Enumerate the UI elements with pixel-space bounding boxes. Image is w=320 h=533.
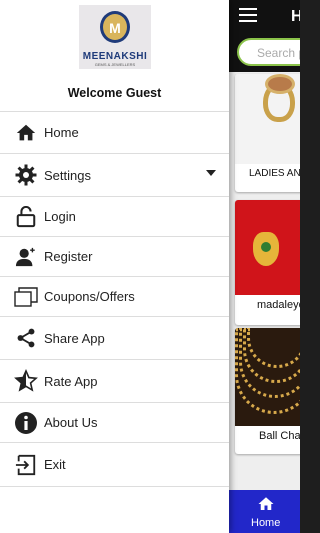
- bottom-nav-home[interactable]: Home: [229, 490, 300, 533]
- app-header: H Search p: [229, 0, 300, 72]
- logo-emblem-icon: M: [100, 11, 130, 43]
- menu-item-label: Settings: [44, 167, 91, 183]
- gear-icon: [14, 163, 38, 187]
- logo-text: MEENAKSHI: [82, 51, 148, 62]
- hamburger-menu-icon[interactable]: [239, 8, 257, 22]
- menu-item-label: About Us: [44, 415, 98, 430]
- bottom-nav-home-label: Home: [251, 517, 281, 529]
- search-input[interactable]: Search p: [237, 38, 300, 66]
- background-app: H Search p LADIES ANG madaleye Ball Chai…: [229, 0, 300, 533]
- menu-item-rate[interactable]: Rate App: [0, 360, 229, 403]
- product-name: LADIES ANG: [249, 168, 300, 179]
- product-name: Ball Chain: [259, 430, 300, 442]
- menu-item-label: Share App: [44, 330, 105, 346]
- coupons-icon: [14, 285, 38, 309]
- menu-item-label: Home: [44, 125, 79, 140]
- product-image-ring: [235, 74, 300, 164]
- home-icon: [14, 121, 38, 145]
- chevron-down-icon[interactable]: [206, 170, 216, 176]
- navigation-drawer: M MEENAKSHI GEMS & JEWELLERS Welcome Gue…: [0, 0, 229, 533]
- search-placeholder: Search p: [257, 46, 300, 60]
- unlock-icon: [14, 205, 38, 229]
- welcome-text: Welcome Guest: [67, 86, 162, 100]
- app-title: H: [291, 8, 300, 25]
- menu-item-share[interactable]: Share App: [0, 317, 229, 360]
- logo-subtext: GEMS & JEWELLERS: [94, 62, 136, 67]
- drawer-header: M MEENAKSHI GEMS & JEWELLERS Welcome Gue…: [0, 0, 229, 112]
- brand-logo: M MEENAKSHI GEMS & JEWELLERS: [79, 5, 151, 69]
- menu-item-label: Login: [44, 209, 76, 224]
- menu-item-label: Exit: [44, 457, 66, 472]
- menu-item-home[interactable]: Home: [0, 112, 229, 154]
- home-icon: [258, 497, 274, 510]
- menu-item-label: Rate App: [44, 373, 98, 389]
- menu-item-login[interactable]: Login: [0, 197, 229, 237]
- add-user-icon: [14, 245, 38, 269]
- share-icon: [14, 326, 38, 350]
- menu-item-exit[interactable]: Exit: [0, 443, 229, 487]
- product-image-chain: [235, 328, 300, 426]
- star-icon: [14, 369, 38, 393]
- info-icon: [14, 411, 38, 435]
- menu-item-about[interactable]: About Us: [0, 403, 229, 443]
- product-card[interactable]: LADIES ANG: [235, 74, 300, 192]
- menu-item-coupons[interactable]: Coupons/Offers: [0, 277, 229, 317]
- menu-item-register[interactable]: Register: [0, 237, 229, 277]
- product-name: madaleye: [257, 299, 300, 311]
- product-card[interactable]: Ball Chain: [235, 328, 300, 454]
- menu-item-label: Register: [44, 249, 93, 264]
- product-image-pendant: [235, 200, 300, 295]
- menu-item-settings[interactable]: Settings: [0, 154, 229, 197]
- menu-item-label: Coupons/Offers: [44, 289, 135, 304]
- product-card[interactable]: madaleye: [235, 200, 300, 325]
- exit-icon: [14, 453, 38, 477]
